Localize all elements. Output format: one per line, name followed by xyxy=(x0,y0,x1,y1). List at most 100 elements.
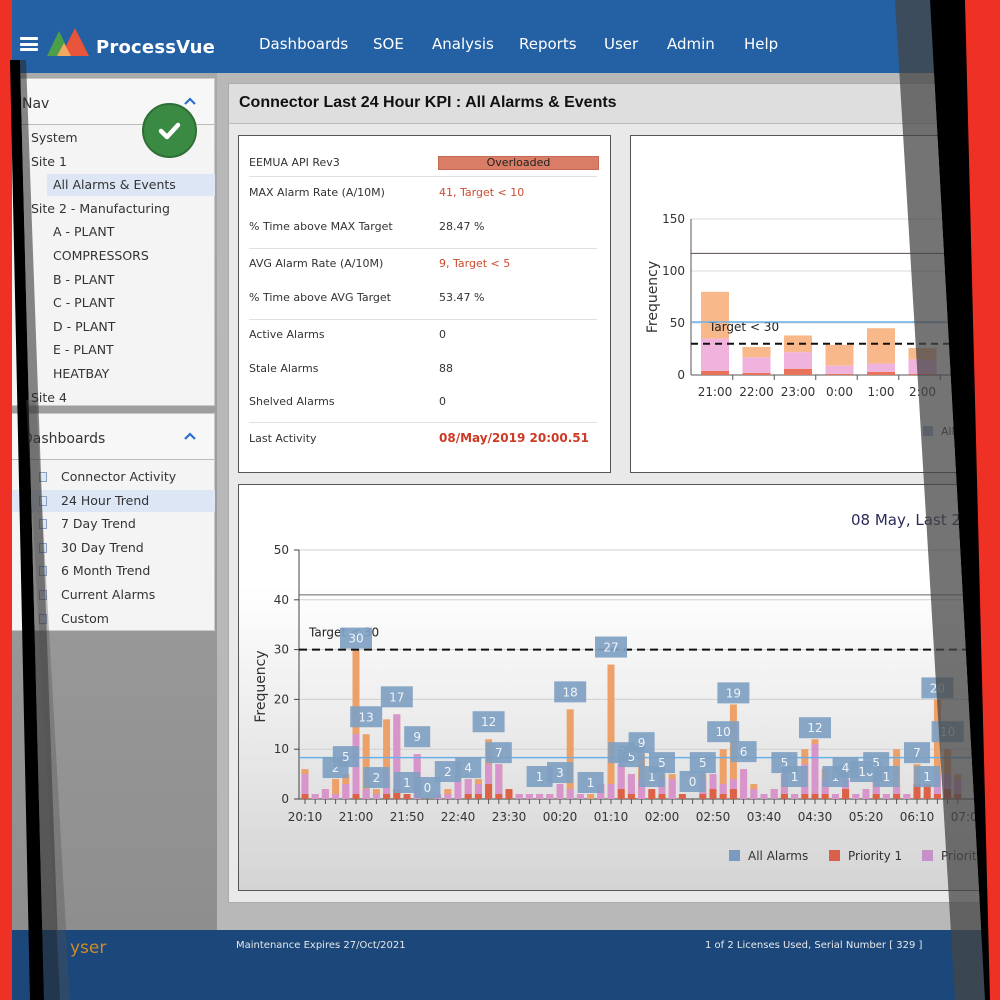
bar-priority-1[interactable] xyxy=(893,794,901,799)
bar-priority[interactable] xyxy=(740,769,748,799)
bar-priority-1[interactable] xyxy=(627,794,635,799)
bar-segment-priority-1[interactable] xyxy=(867,371,895,375)
bar-priority-1[interactable] xyxy=(729,789,737,799)
dashboard-item[interactable]: 7 Day Trend xyxy=(1,513,215,535)
bar-priority-1[interactable] xyxy=(301,794,309,799)
bar-all-alarms[interactable] xyxy=(566,709,574,799)
bar-segment-priority-1[interactable] xyxy=(742,372,771,375)
bar-priority-1[interactable] xyxy=(485,784,493,799)
bar-priority-1[interactable] xyxy=(933,794,941,799)
bar-priority-1[interactable] xyxy=(495,794,503,799)
bar-priority[interactable] xyxy=(852,794,860,799)
bar-priority-1[interactable] xyxy=(403,794,411,799)
bar-priority-1[interactable] xyxy=(648,789,656,799)
bar-priority[interactable] xyxy=(372,794,380,799)
bar-priority-1[interactable] xyxy=(383,794,391,799)
dashboard-item[interactable]: Connector Activity xyxy=(1,466,215,488)
bar-priority[interactable] xyxy=(709,774,717,790)
bar-priority[interactable] xyxy=(617,764,625,790)
bar-priority[interactable] xyxy=(556,784,564,799)
bar-priority[interactable] xyxy=(576,794,584,799)
bar-segment-priority-2[interactable] xyxy=(742,357,771,373)
nav-admin[interactable]: Admin xyxy=(667,35,715,53)
nav-tree-item[interactable]: E - PLANT xyxy=(1,339,215,361)
bar-priority-1[interactable] xyxy=(709,789,717,799)
bar-segment-priority-2[interactable] xyxy=(784,352,812,369)
bar-priority-1[interactable] xyxy=(872,794,880,799)
bar-priority[interactable] xyxy=(301,774,309,795)
bar-priority-1[interactable] xyxy=(780,794,788,799)
dashboard-item[interactable]: Custom xyxy=(1,608,215,630)
bar-priority[interactable] xyxy=(464,779,472,795)
bar-segment-priority-1[interactable] xyxy=(825,373,854,375)
bar-priority[interactable] xyxy=(546,794,554,799)
legend-swatch[interactable] xyxy=(829,850,840,861)
bar-priority-1[interactable] xyxy=(954,794,962,799)
dashboard-item[interactable]: 6 Month Trend xyxy=(1,560,215,582)
bar-priority[interactable] xyxy=(811,744,819,795)
bar-segment-all-alarms-remainder-[interactable] xyxy=(742,346,771,358)
bar-priority[interactable] xyxy=(536,794,544,799)
bar-priority-1[interactable] xyxy=(352,794,360,799)
nav-analysis[interactable]: Analysis xyxy=(432,35,494,53)
bar-segment-priority-2[interactable] xyxy=(867,363,895,372)
nav-reports[interactable]: Reports xyxy=(519,35,577,53)
bar-priority[interactable] xyxy=(719,784,727,795)
bar-all-alarms[interactable] xyxy=(607,664,615,799)
bar-priority-1[interactable] xyxy=(811,794,819,799)
bar-priority[interactable] xyxy=(474,784,482,795)
bar-priority-1[interactable] xyxy=(474,794,482,799)
bar-segment-priority-2[interactable] xyxy=(825,365,854,374)
bar-priority[interactable] xyxy=(903,794,911,799)
nav-tree-item[interactable]: All Alarms & Events xyxy=(47,174,215,197)
bar-all-alarms[interactable] xyxy=(587,794,595,799)
legend-label[interactable]: All Alarms xyxy=(748,849,808,863)
bar-segment-priority-1[interactable] xyxy=(908,373,937,375)
bar-priority-1[interactable] xyxy=(699,794,707,799)
bar-priority[interactable] xyxy=(515,794,523,799)
bar-priority-1[interactable] xyxy=(944,789,952,799)
bar-priority[interactable] xyxy=(791,794,799,799)
bar-priority-1[interactable] xyxy=(801,794,809,799)
nav-tree-item[interactable]: Site 2 - Manufacturing xyxy=(1,198,215,220)
dashboard-item[interactable]: Current Alarms xyxy=(1,584,215,606)
bar-priority-1[interactable] xyxy=(842,789,850,799)
nav-tree-item[interactable]: HEATBAY xyxy=(1,363,215,385)
nav-tree-item[interactable]: B - PLANT xyxy=(1,269,215,291)
bar-priority[interactable] xyxy=(831,794,839,799)
bar-priority[interactable] xyxy=(750,789,758,799)
bar-priority-1[interactable] xyxy=(719,794,727,799)
bar-priority-1[interactable] xyxy=(821,794,829,799)
nav-user[interactable]: User xyxy=(604,35,638,53)
nav-tree-item[interactable]: D - PLANT xyxy=(1,316,215,338)
bar-priority[interactable] xyxy=(607,784,615,799)
bar-priority[interactable] xyxy=(729,779,737,790)
bar-priority[interactable] xyxy=(954,779,962,795)
legend-label[interactable]: Priority 1 xyxy=(848,849,902,863)
legend-swatch[interactable] xyxy=(923,426,933,436)
bar-priority[interactable] xyxy=(760,794,768,799)
bar-priority[interactable] xyxy=(495,764,503,795)
hamburger-menu-icon[interactable] xyxy=(20,37,38,51)
legend-label[interactable]: Priority xyxy=(941,849,984,863)
legend-label[interactable]: All xyxy=(941,425,955,438)
bar-segment-priority-1[interactable] xyxy=(784,368,812,375)
bar-priority-1[interactable] xyxy=(464,794,472,799)
bar-priority[interactable] xyxy=(485,764,493,785)
bar-priority[interactable] xyxy=(668,779,676,799)
brand-name[interactable]: ProcessVue xyxy=(96,37,215,58)
bar-priority-1[interactable] xyxy=(617,789,625,799)
nav-soe[interactable]: SOE xyxy=(373,35,404,53)
bar-priority[interactable] xyxy=(566,789,574,799)
nav-help[interactable]: Help xyxy=(744,35,778,53)
bar-priority[interactable] xyxy=(862,789,870,799)
nav-dashboards[interactable]: Dashboards xyxy=(259,35,348,53)
bar-priority[interactable] xyxy=(882,794,890,799)
legend-swatch[interactable] xyxy=(729,850,740,861)
dashboards-panel-header[interactable]: Dashboards xyxy=(1,414,214,460)
bar-priority-1[interactable] xyxy=(658,794,666,799)
bar-priority[interactable] xyxy=(311,794,319,799)
dashboard-item[interactable]: 30 Day Trend xyxy=(1,537,215,559)
bar-priority[interactable] xyxy=(362,789,370,799)
bar-priority-1[interactable] xyxy=(505,789,513,799)
